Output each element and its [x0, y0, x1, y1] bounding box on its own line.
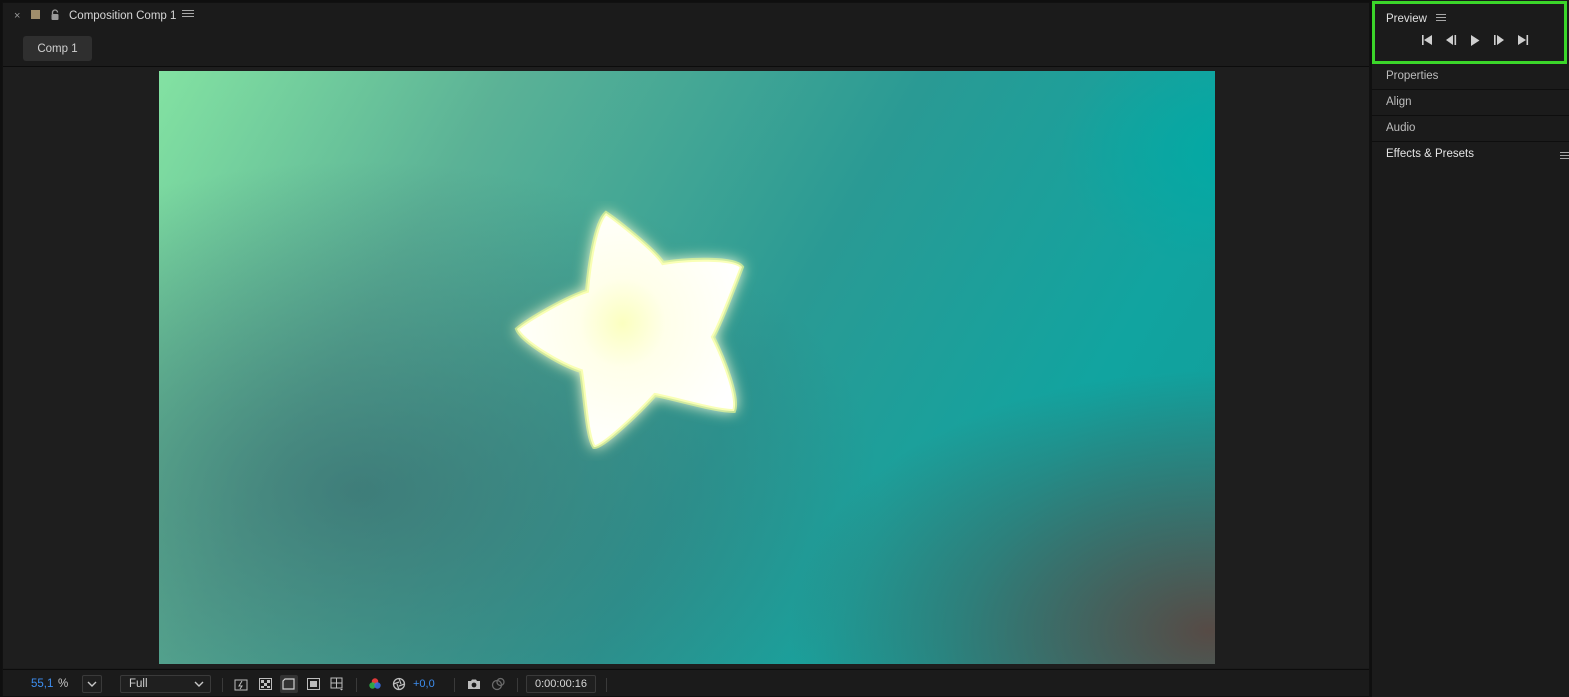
chevron-down-icon	[87, 681, 97, 687]
next-frame-button[interactable]	[1491, 33, 1507, 47]
effects-presets-panel-tab[interactable]: Effects & Presets	[1372, 142, 1569, 168]
play-button[interactable]	[1467, 33, 1483, 47]
effects-presets-panel-body	[1372, 166, 1569, 697]
composition-panel: × Composition Comp 1 Comp 1 55,1 % Full …	[2, 2, 1370, 696]
reset-exposure-button[interactable]	[390, 675, 408, 693]
audio-panel-tab[interactable]: Audio	[1372, 116, 1569, 142]
previous-frame-button[interactable]	[1443, 33, 1459, 47]
show-snapshot-button[interactable]	[489, 675, 507, 693]
region-of-interest-icon	[306, 678, 320, 690]
next-frame-icon	[1494, 35, 1504, 45]
first-frame-button[interactable]	[1419, 33, 1435, 47]
resolution-value: Full	[129, 678, 148, 690]
preview-panel: Preview	[1372, 1, 1567, 64]
composition-canvas[interactable]	[159, 71, 1215, 664]
composition-panel-title: Composition Comp 1	[69, 10, 177, 22]
fast-previews-button[interactable]	[232, 675, 250, 693]
effects-presets-panel-label: Effects & Presets	[1386, 148, 1474, 160]
rgb-channels-icon	[369, 678, 381, 689]
panel-menu-icon[interactable]	[1560, 150, 1569, 160]
resolution-dropdown[interactable]: Full	[120, 675, 211, 693]
fast-previews-icon	[234, 679, 248, 690]
properties-panel-label: Properties	[1386, 70, 1439, 82]
zoom-unit: %	[58, 678, 69, 690]
exposure-aperture-icon	[392, 677, 406, 691]
toolbar-separator	[517, 678, 518, 692]
first-frame-icon	[1422, 35, 1432, 45]
camera-icon	[468, 679, 480, 689]
show-snapshot-icon	[491, 677, 505, 691]
mask-path-icon	[282, 678, 295, 690]
toolbar-separator	[454, 678, 455, 692]
composition-panel-header: × Composition Comp 1	[3, 3, 1369, 31]
last-frame-button[interactable]	[1515, 33, 1531, 47]
star-shape[interactable]	[489, 201, 769, 461]
region-of-interest-button[interactable]	[304, 675, 322, 693]
channel-button[interactable]	[366, 675, 384, 693]
align-panel-label: Align	[1386, 96, 1412, 108]
panel-menu-icon[interactable]	[1436, 12, 1446, 22]
play-icon	[1471, 34, 1480, 46]
right-panel-column: Preview Properties Align Audio Effects &…	[1372, 0, 1569, 697]
current-time-display[interactable]: 0:00:00:16	[526, 675, 596, 693]
transparency-grid-button[interactable]	[256, 675, 274, 693]
viewer-toolbar: 55,1 % Full +0,0 0:00:00:16	[3, 669, 1369, 696]
zoom-value[interactable]: 55,1	[31, 675, 53, 693]
tab-comp-1[interactable]: Comp 1	[23, 36, 92, 61]
audio-panel-label: Audio	[1386, 122, 1416, 134]
chevron-down-icon	[194, 681, 204, 687]
toolbar-separator	[222, 678, 223, 692]
composition-viewer[interactable]	[3, 67, 1369, 668]
exposure-value[interactable]: +0,0	[413, 675, 435, 693]
panel-menu-icon[interactable]	[182, 8, 194, 20]
label-color-chip[interactable]	[31, 10, 40, 19]
transparency-grid-icon	[258, 678, 272, 690]
close-panel-button[interactable]: ×	[14, 10, 20, 22]
toolbar-separator	[606, 678, 607, 692]
grid-guides-icon	[330, 677, 343, 691]
properties-panel-tab[interactable]: Properties	[1372, 64, 1569, 90]
mask-visibility-button[interactable]	[280, 675, 298, 693]
zoom-dropdown[interactable]	[82, 675, 102, 693]
last-frame-icon	[1518, 35, 1529, 45]
toolbar-separator	[356, 678, 357, 692]
previous-frame-icon	[1446, 35, 1457, 45]
lock-icon[interactable]	[50, 9, 60, 21]
align-panel-tab[interactable]: Align	[1372, 90, 1569, 116]
grid-guides-button[interactable]	[328, 675, 346, 693]
take-snapshot-button[interactable]	[465, 675, 483, 693]
preview-panel-title[interactable]: Preview	[1386, 13, 1427, 25]
